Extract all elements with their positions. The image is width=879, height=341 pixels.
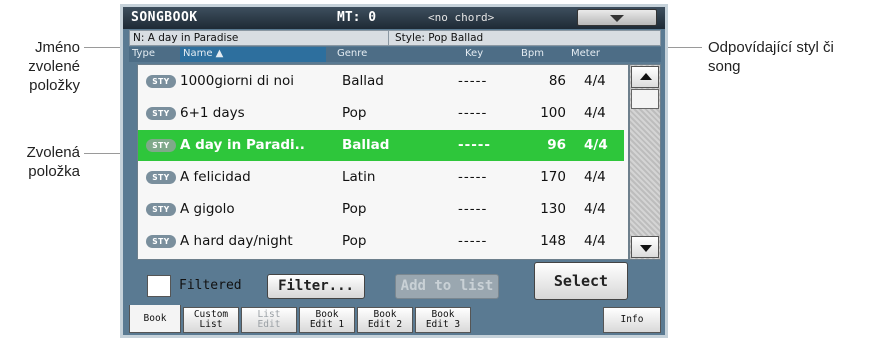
header-key[interactable]: Key: [465, 48, 483, 59]
tab-spacer: [473, 307, 601, 333]
tab-book-edit-1[interactable]: Book Edit 1: [299, 307, 355, 333]
callout-line: zvolené: [28, 58, 80, 75]
callout-item-name: Jméno zvolené položky: [0, 38, 80, 95]
songbook-screen: SONGBOOK MT: 0 <no chord> N: A day in Pa…: [120, 4, 668, 338]
item-bpm: 86: [548, 73, 566, 89]
scroll-down-button[interactable]: [631, 236, 659, 258]
add-to-list-button[interactable]: Add to list: [395, 274, 499, 299]
header-bpm[interactable]: Bpm: [521, 48, 544, 59]
item-bpm: 148: [540, 233, 566, 249]
style-badge: STY: [146, 235, 176, 248]
callout-matching-style: Odpovídající styl či song: [708, 38, 878, 76]
tab-label: Info: [620, 314, 644, 325]
item-name: A felicidad: [180, 169, 251, 185]
style-badge: STY: [146, 107, 176, 120]
item-name: 1000giorni di noi: [180, 73, 295, 89]
item-name: A gigolo: [180, 201, 235, 217]
selection-info-bar: N: A day in Paradise Style: Pop Ballad: [129, 30, 661, 46]
tab-label: Edit: [257, 319, 281, 330]
filtered-label: Filtered: [179, 278, 242, 293]
tab-book-edit-3[interactable]: Book Edit 3: [415, 307, 471, 333]
tab-book-edit-2[interactable]: Book Edit 2: [357, 307, 413, 333]
item-genre: Ballad: [342, 137, 390, 153]
item-bpm: 130: [540, 201, 566, 217]
style-badge: STY: [146, 171, 176, 184]
list-item[interactable]: STY 6+1 days Pop ----- 100 4/4: [138, 98, 624, 129]
item-genre: Pop: [342, 201, 367, 217]
tab-list-edit[interactable]: List Edit: [241, 307, 297, 333]
item-key: -----: [458, 137, 492, 153]
tab-label: Edit 2: [367, 319, 403, 330]
item-meter: 4/4: [584, 201, 606, 217]
item-key: -----: [458, 169, 488, 185]
item-bpm: 170: [540, 169, 566, 185]
item-genre: Ballad: [342, 73, 384, 89]
item-name: A hard day/night: [180, 233, 293, 249]
callout-line: song: [708, 58, 741, 75]
item-key: -----: [458, 73, 488, 89]
item-bpm: 96: [547, 137, 566, 153]
matching-style: Style: Pop Ballad: [395, 32, 484, 44]
filtered-checkbox[interactable]: [147, 275, 171, 297]
master-transpose: MT: 0: [337, 10, 377, 25]
item-name: A day in Paradi..: [180, 137, 305, 153]
item-genre: Pop: [342, 233, 367, 249]
tab-label: Edit 1: [309, 319, 345, 330]
tab-custom-list[interactable]: Custom List: [183, 307, 239, 333]
tab-info[interactable]: Info: [603, 307, 661, 333]
callout-line: Jméno: [34, 39, 80, 56]
divider: [388, 31, 389, 45]
item-key: -----: [458, 105, 488, 121]
header-type[interactable]: Type: [132, 48, 155, 59]
list-item-selected[interactable]: STY A day in Paradi.. Ballad ----- 96 4/…: [138, 130, 624, 161]
list-item[interactable]: STY A felicidad Latin ----- 170 4/4: [138, 162, 624, 193]
top-bar: SONGBOOK MT: 0 <no chord>: [123, 7, 665, 29]
item-meter: 4/4: [584, 233, 606, 249]
tab-label: Edit 3: [425, 319, 461, 330]
tab-label: List: [199, 319, 223, 330]
select-button[interactable]: Select: [534, 262, 628, 300]
list-item[interactable]: STY A hard day/night Pop ----- 148 4/4: [138, 226, 624, 257]
list-item[interactable]: STY 1000giorni di noi Ballad ----- 86 4/…: [138, 66, 624, 97]
page-title: SONGBOOK: [131, 10, 198, 25]
tab-bar: Book Custom List List Edit Book Edit 1 B…: [129, 305, 661, 333]
header-genre[interactable]: Genre: [337, 48, 367, 59]
selected-name: N: A day in Paradise: [133, 32, 239, 44]
list-item[interactable]: STY A gigolo Pop ----- 130 4/4: [138, 194, 624, 225]
songbook-list: STY 1000giorni di noi Ballad ----- 86 4/…: [137, 64, 629, 260]
item-genre: Latin: [342, 169, 376, 185]
chord-display: <no chord>: [428, 11, 495, 24]
column-headers: Type Name ▲ Genre Key Bpm Meter: [129, 47, 661, 62]
item-meter: 4/4: [584, 169, 606, 185]
item-bpm: 100: [540, 105, 566, 121]
chevron-down-icon: [610, 15, 624, 22]
arrow-up-icon: [640, 73, 652, 80]
callout-line: položka: [28, 163, 80, 180]
style-badge: STY: [146, 139, 176, 152]
tab-book[interactable]: Book: [129, 305, 181, 333]
callout-line: položky: [29, 77, 80, 94]
item-meter: 4/4: [584, 105, 606, 121]
header-name[interactable]: Name ▲: [180, 47, 326, 62]
scroll-up-button[interactable]: [631, 66, 659, 88]
header-meter[interactable]: Meter: [571, 48, 600, 59]
item-key: -----: [458, 233, 488, 249]
callout-line: Zvolená: [26, 144, 80, 161]
callout-line: Odpovídající styl či: [708, 39, 834, 56]
item-name: 6+1 days: [180, 105, 245, 121]
item-genre: Pop: [342, 105, 367, 121]
filter-button[interactable]: Filter...: [267, 274, 365, 299]
callout-selected-item: Zvolená položka: [0, 143, 80, 181]
item-meter: 4/4: [584, 137, 608, 153]
tab-label: Book: [143, 312, 167, 324]
scroll-thumb[interactable]: [631, 89, 659, 109]
arrow-down-icon: [640, 245, 652, 252]
page-menu-button[interactable]: [577, 9, 657, 26]
item-meter: 4/4: [584, 73, 606, 89]
style-badge: STY: [146, 75, 176, 88]
style-badge: STY: [146, 203, 176, 216]
item-key: -----: [458, 201, 488, 217]
list-scrollbar[interactable]: [629, 64, 661, 260]
